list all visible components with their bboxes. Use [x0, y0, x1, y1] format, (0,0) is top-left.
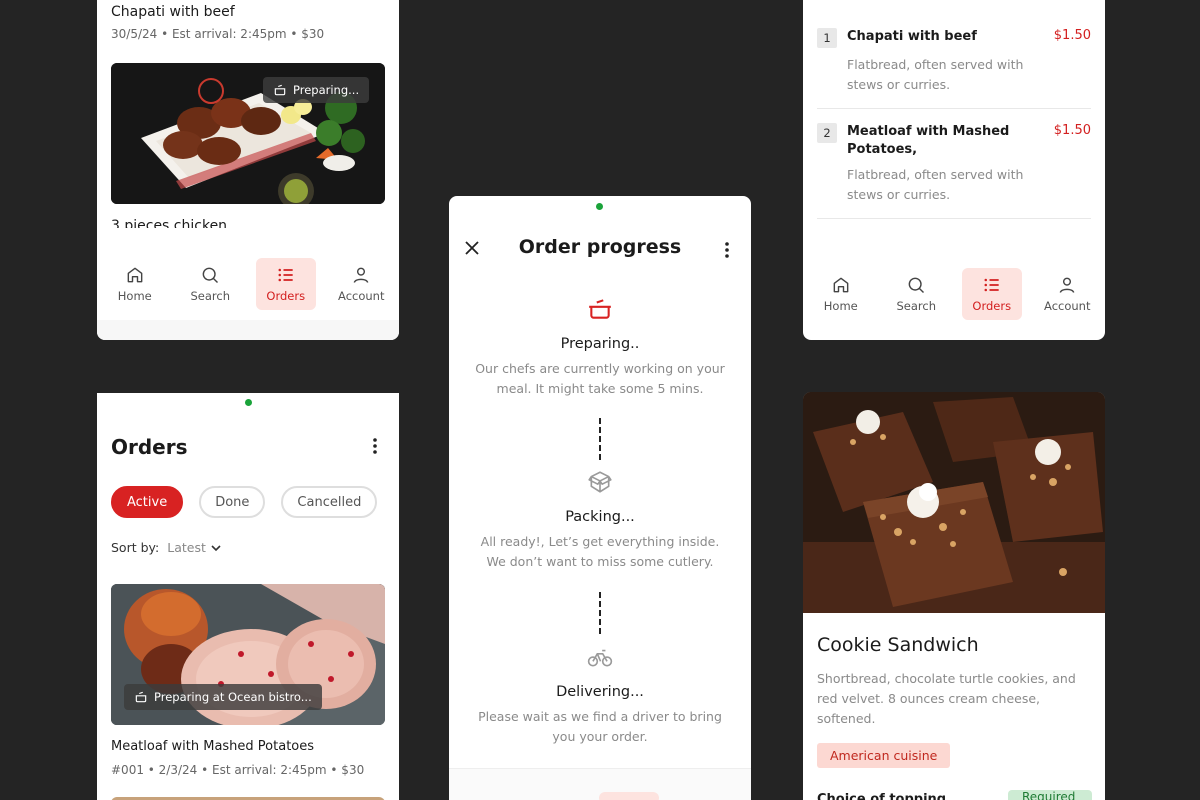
list-icon — [984, 278, 999, 292]
order-title[interactable]: 3 pieces chicken — [111, 218, 227, 228]
bottom-nav: Home Search Orders Account — [803, 266, 1105, 322]
nav-account[interactable]: Account — [1037, 268, 1097, 320]
order-meta: #001 • 2/3/24 • Est arrival: 2:45pm • $3… — [111, 763, 365, 777]
order-photo-grilled-chicken[interactable]: Preparing... — [111, 63, 385, 204]
search-icon — [908, 277, 925, 294]
search-icon — [202, 267, 219, 284]
more-options-icon[interactable] — [719, 241, 735, 259]
sort-dropdown[interactable]: Latest — [167, 540, 221, 555]
order-status-text: Preparing at Ocean bistro... — [154, 690, 312, 704]
pot-icon — [135, 691, 147, 703]
nav-orders[interactable]: Orders — [255, 258, 316, 310]
progress-step-preparing: Preparing.. Our chefs are currently work… — [449, 296, 751, 399]
order-status-chip: Preparing at Ocean bistro... — [124, 684, 322, 710]
item-name: Meatloaf with Mashed Potatoes, — [847, 124, 1010, 157]
home-icon — [833, 277, 849, 293]
filter-active[interactable]: Active — [111, 486, 184, 518]
order-progress-card: Order progress Preparing.. Our chefs are… — [449, 196, 751, 800]
product-detail-card: Cookie Sandwich Shortbread, chocolate tu… — [803, 392, 1105, 800]
orders-screen-card: Orders Active Done Cancelled Sort by: La… — [97, 393, 399, 800]
page-title: Orders — [111, 435, 188, 459]
nav-account-label: Account — [1044, 299, 1091, 313]
nav-orders[interactable]: Orders — [961, 268, 1022, 320]
cuisine-tag[interactable]: American cuisine — [817, 743, 951, 768]
nav-home-label: Home — [823, 299, 858, 313]
camera-dot — [245, 399, 252, 406]
step-title: Packing... — [565, 509, 635, 525]
filter-done[interactable]: Done — [199, 486, 266, 518]
step-description: Please wait as we find a driver to bring… — [478, 709, 722, 744]
nav-account-label: Account — [338, 289, 385, 303]
nav-search-label: Search — [896, 299, 936, 313]
bottom-button[interactable] — [599, 792, 659, 800]
camera-dot — [596, 203, 603, 210]
nav-orders-label: Orders — [266, 289, 306, 303]
more-options-icon[interactable] — [367, 437, 383, 455]
required-badge-label: Required — [1022, 790, 1076, 800]
filter-cancelled[interactable]: Cancelled — [281, 486, 378, 518]
pot-icon — [449, 296, 751, 322]
list-item[interactable]: 2 Meatloaf with Mashed Potatoes, $1.50 F… — [817, 123, 1091, 213]
item-price: $1.50 — [1053, 123, 1091, 138]
pot-icon — [274, 84, 286, 96]
home-indicator-strip — [97, 320, 399, 340]
bike-icon — [449, 644, 751, 670]
sort-value: Latest — [167, 540, 206, 555]
item-name: Chapati with beef — [847, 29, 977, 44]
orders-list-card-top: Chapati with beef 30/5/24 • Est arrival:… — [97, 0, 399, 340]
divider — [817, 108, 1091, 109]
item-number: 1 — [817, 28, 837, 48]
sort-row: Sort by: Latest — [111, 540, 221, 555]
item-description: Flatbread, often served with stews or cu… — [847, 167, 1024, 202]
order-photo-meatloaf[interactable]: Preparing at Ocean bistro... — [111, 584, 385, 725]
user-icon — [1059, 277, 1075, 293]
item-description: Flatbread, often served with stews or cu… — [847, 57, 1024, 92]
order-title[interactable]: Meatloaf with Mashed Potatoes — [111, 739, 314, 754]
nav-home[interactable]: Home — [811, 268, 871, 320]
divider — [817, 218, 1091, 219]
item-price: $1.50 — [1053, 28, 1091, 43]
step-description: All ready!, Let’s get everything inside.… — [480, 534, 720, 569]
order-status-text: Preparing... — [293, 83, 360, 97]
nav-search[interactable]: Search — [180, 258, 240, 310]
product-photo-cookie-sandwich — [803, 392, 1105, 613]
step-title: Preparing.. — [560, 336, 640, 352]
required-badge: Required — [1008, 790, 1092, 800]
nav-account[interactable]: Account — [331, 258, 391, 310]
step-title: Delivering... — [556, 684, 644, 700]
progress-step-packing: Packing... All ready!, Let’s get everyth… — [449, 469, 751, 572]
order-status-chip: Preparing... — [263, 77, 370, 103]
progress-step-delivering: Delivering... Please wait as we find a d… — [449, 644, 751, 747]
step-connector — [599, 592, 601, 634]
sort-label: Sort by: — [111, 540, 160, 555]
list-icon — [278, 268, 293, 282]
order-meta: 30/5/24 • Est arrival: 2:45pm • $30 — [111, 27, 325, 41]
step-description: Our chefs are currently working on your … — [475, 361, 725, 396]
box-icon — [449, 469, 751, 495]
product-title: Cookie Sandwich — [817, 634, 979, 656]
nav-home[interactable]: Home — [105, 258, 165, 310]
product-description: Shortbread, chocolate turtle cookies, an… — [817, 671, 1076, 726]
page-title: Order progress — [518, 236, 682, 258]
bottom-nav: Home Search Orders Account — [97, 246, 399, 322]
order-items-card: 1 Chapati with beef $1.50 Flatbread, oft… — [803, 0, 1105, 340]
filter-chips: Active Done Cancelled — [111, 486, 378, 518]
order-title[interactable]: Chapati with beef — [111, 4, 235, 20]
nav-home-label: Home — [117, 289, 152, 303]
nav-orders-label: Orders — [972, 299, 1012, 313]
nav-search-label: Search — [190, 289, 230, 303]
item-number: 2 — [817, 123, 837, 143]
user-icon — [353, 267, 369, 283]
list-item[interactable]: 1 Chapati with beef $1.50 Flatbread, oft… — [817, 28, 1091, 98]
chevron-down-icon — [211, 544, 221, 551]
topping-heading: Choice of topping — [817, 792, 947, 800]
nav-search[interactable]: Search — [886, 268, 946, 320]
home-icon — [127, 267, 143, 283]
step-connector — [599, 418, 601, 460]
